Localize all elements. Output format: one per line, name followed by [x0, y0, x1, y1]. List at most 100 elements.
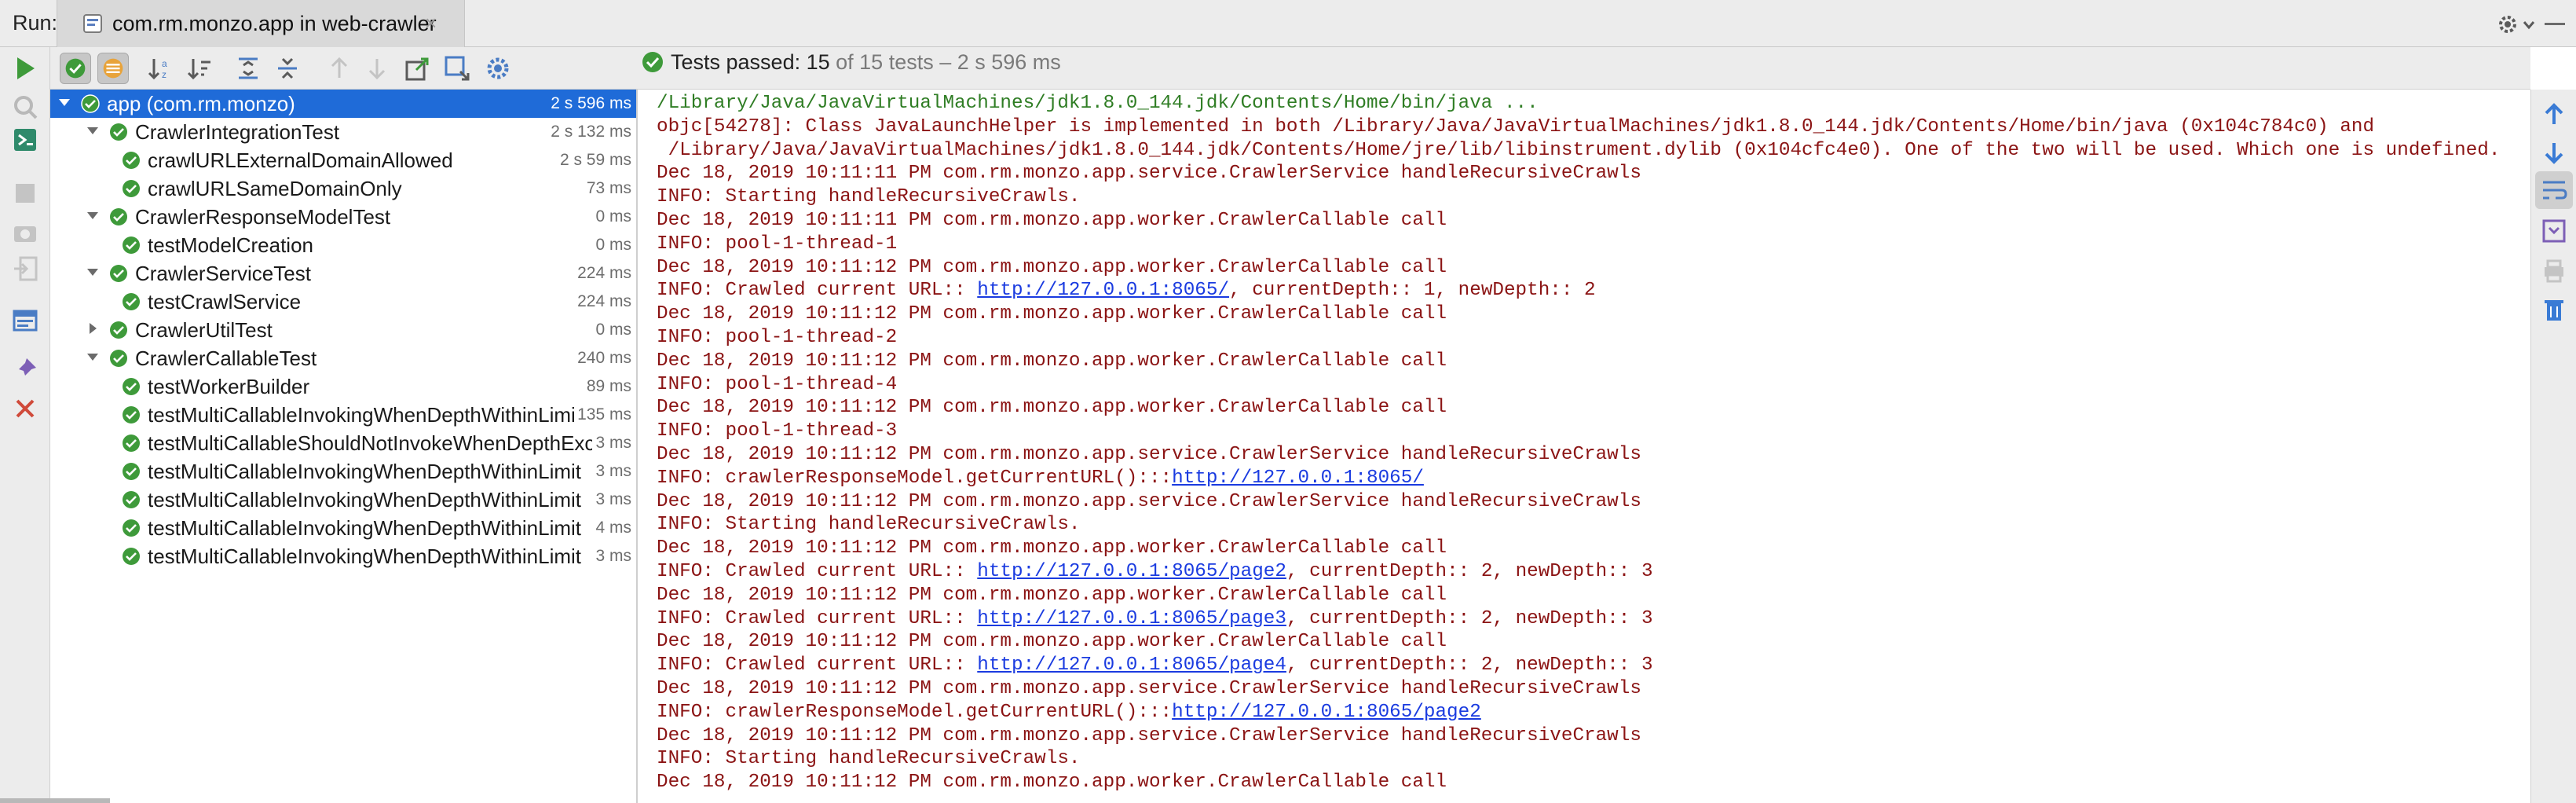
run-configuration-tab[interactable]: com.rm.monzo.app in web-crawler × [57, 0, 465, 47]
console-line: INFO: Starting handleRecursiveCrawls. [657, 186, 1080, 207]
sort-duration-icon[interactable] [184, 53, 215, 84]
test-duration: 3 ms [592, 434, 631, 453]
test-tree-row[interactable]: testMultiCallableInvokingWhenDepthWithin… [50, 514, 636, 542]
minimize-icon[interactable] [2545, 23, 2565, 25]
layout-icon[interactable] [11, 306, 39, 335]
chevron-down-icon[interactable] [85, 349, 101, 365]
passed-check-icon [123, 180, 140, 197]
console-url-link[interactable]: http://127.0.0.1:8065/ [1172, 468, 1424, 489]
console-url-link[interactable]: http://127.0.0.1:8065/page4 [977, 654, 1286, 676]
camera-icon[interactable] [11, 218, 39, 247]
test-tree-row[interactable]: CrawlerUtilTest 0 ms [50, 316, 636, 344]
console-line: Dec 18, 2019 10:11:12 PM com.rm.monzo.ap… [657, 537, 1447, 559]
console-line-suffix: , currentDepth:: 2, newDepth:: 3 [1286, 561, 1653, 582]
test-tree-row[interactable]: crawlURLSameDomainOnly 73 ms [50, 174, 636, 203]
test-tree-row[interactable]: testMultiCallableInvokingWhenDepthWithin… [50, 457, 636, 486]
toggle-auto-test-icon[interactable] [11, 126, 39, 154]
soft-wrap-icon[interactable] [2540, 176, 2568, 204]
console-url-link[interactable]: http://127.0.0.1:8065/page2 [977, 561, 1286, 582]
console-line: Dec 18, 2019 10:11:12 PM com.rm.monzo.ap… [657, 725, 1641, 746]
expand-all-icon[interactable] [232, 53, 264, 84]
test-duration: 3 ms [592, 490, 631, 509]
console-line-text: /Library/Java/JavaVirtualMachines/jdk1.8… [657, 93, 1539, 114]
test-duration: 73 ms [583, 179, 631, 198]
collapse-all-icon[interactable] [272, 53, 303, 84]
stop-icon[interactable] [11, 179, 39, 207]
junit-config-icon [83, 14, 102, 33]
console-line: objc[54278]: Class JavaLaunchHelper is i… [657, 116, 2374, 138]
console-line: Dec 18, 2019 10:11:12 PM com.rm.monzo.ap… [657, 397, 1447, 418]
console-line: Dec 18, 2019 10:11:12 PM com.rm.monzo.ap… [657, 491, 1641, 512]
settings-icon[interactable] [482, 53, 514, 84]
import-icon[interactable] [441, 53, 473, 84]
console-line-suffix: , currentDepth:: 1, newDepth:: 2 [1229, 280, 1596, 302]
test-name: CrawlerResponseModelTest [135, 205, 391, 229]
console-url-link[interactable]: http://127.0.0.1:8065/ [977, 280, 1229, 301]
console-line: INFO: Crawled current URL:: http://127.0… [657, 561, 1653, 582]
test-tree-row[interactable]: CrawlerIntegrationTest 2 s 132 ms [50, 118, 636, 146]
show-ignored-icon[interactable] [97, 53, 129, 84]
gear-icon[interactable] [2496, 12, 2540, 37]
console-line-text: Dec 18, 2019 10:11:12 PM com.rm.monzo.ap… [657, 444, 1641, 465]
test-tree-row[interactable]: CrawlerResponseModelTest 0 ms [50, 203, 636, 231]
tests-passed-label: Tests passed: [671, 50, 807, 74]
console-url-link[interactable]: http://127.0.0.1:8065/page3 [977, 608, 1286, 629]
test-tree-row[interactable]: CrawlerServiceTest 224 ms [50, 259, 636, 288]
chevron-down-icon[interactable] [85, 123, 101, 138]
exit-icon[interactable] [11, 255, 39, 283]
close-icon[interactable]: × [425, 11, 437, 35]
debug-icon[interactable] [11, 93, 39, 121]
print-icon[interactable] [2540, 256, 2568, 284]
close-icon[interactable] [11, 394, 39, 423]
next-failed-icon[interactable] [361, 53, 393, 84]
test-tree-row[interactable]: crawlURLExternalDomainAllowed 2 s 59 ms [50, 146, 636, 174]
export-icon[interactable] [402, 53, 434, 84]
rerun-icon[interactable] [11, 54, 39, 82]
test-tree-row[interactable]: testCrawlService 224 ms [50, 288, 636, 316]
console-url-link[interactable]: http://127.0.0.1:8065/page2 [1172, 702, 1481, 723]
test-tree-row[interactable]: testWorkerBuilder 89 ms [50, 372, 636, 401]
pin-icon[interactable] [11, 355, 39, 383]
test-duration: 3 ms [592, 547, 631, 566]
console-line-text: Dec 18, 2019 10:11:12 PM com.rm.monzo.ap… [657, 256, 1447, 278]
test-duration: 135 ms [574, 405, 631, 424]
show-passed-icon[interactable] [60, 53, 91, 84]
sort-alpha-icon[interactable]: a z [145, 53, 176, 84]
test-duration: 240 ms [574, 349, 631, 368]
console-line: INFO: Crawled current URL:: http://127.0… [657, 608, 1653, 629]
test-tree-row[interactable]: testMultiCallableInvokingWhenDepthWithin… [50, 401, 636, 429]
console-line: INFO: pool-1-thread-3 [657, 420, 897, 442]
console-output[interactable]: /Library/Java/JavaVirtualMachines/jdk1.8… [638, 90, 2530, 803]
chevron-right-icon[interactable] [85, 321, 101, 336]
scrollbar[interactable] [0, 798, 110, 803]
scroll-to-end-icon[interactable] [2540, 217, 2568, 245]
console-line: INFO: pool-1-thread-4 [657, 374, 897, 395]
console-line-suffix: , currentDepth:: 2, newDepth:: 3 [1286, 607, 1653, 629]
chevron-down-icon[interactable] [57, 94, 72, 110]
console-line: INFO: crawlerResponseModel.getCurrentURL… [657, 702, 1481, 723]
console-command-line: /Library/Java/JavaVirtualMachines/jdk1.8… [657, 93, 1539, 114]
test-duration: 2 s 596 ms [547, 94, 631, 113]
console-line-text: Dec 18, 2019 10:11:12 PM com.rm.monzo.ap… [657, 397, 1447, 419]
trash-icon[interactable] [2540, 295, 2568, 324]
test-tree-row[interactable]: testMultiCallableInvokingWhenDepthWithin… [50, 486, 636, 514]
console-line: Dec 18, 2019 10:11:11 PM com.rm.monzo.ap… [657, 163, 1641, 184]
scroll-up-icon[interactable] [2540, 101, 2568, 129]
test-tree-row[interactable]: testModelCreation 0 ms [50, 231, 636, 259]
console-line-text: INFO: pool-1-thread-2 [657, 327, 898, 348]
test-tree-row[interactable]: app (com.rm.monzo) 2 s 596 ms [50, 90, 636, 118]
console-line-text: INFO: Starting handleRecursiveCrawls. [657, 514, 1081, 536]
chevron-down-icon[interactable] [85, 264, 101, 280]
scroll-down-icon[interactable] [2540, 138, 2568, 167]
chevron-down-icon[interactable] [85, 207, 101, 223]
right-toolbar [2530, 90, 2576, 803]
passed-check-icon [123, 378, 140, 395]
console-line-text: Dec 18, 2019 10:11:12 PM com.rm.monzo.ap… [657, 350, 1447, 372]
console-line-text: Dec 18, 2019 10:11:12 PM com.rm.monzo.ap… [657, 724, 1641, 746]
prev-failed-icon[interactable] [324, 53, 355, 84]
test-tree-row[interactable]: testMultiCallableShouldNotInvokeWhenDept… [50, 429, 636, 457]
test-tree-row[interactable]: testMultiCallableInvokingWhenDepthWithin… [50, 542, 636, 570]
test-tree-row[interactable]: CrawlerCallableTest 240 ms [50, 344, 636, 372]
console-line-text: INFO: pool-1-thread-3 [657, 420, 898, 442]
svg-text:z: z [162, 69, 166, 80]
